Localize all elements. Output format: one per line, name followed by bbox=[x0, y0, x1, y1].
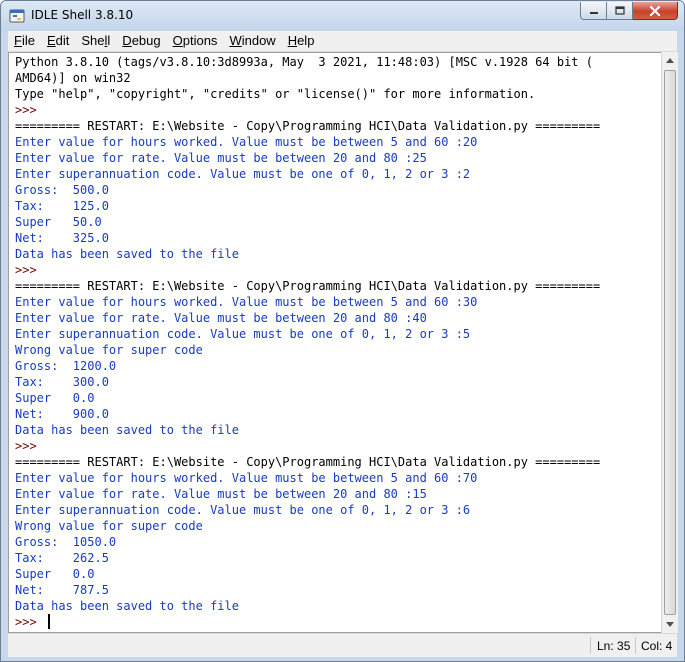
shell-prompt-line: >>> bbox=[15, 263, 44, 277]
menu-item[interactable]: File bbox=[8, 31, 41, 51]
minimize-icon bbox=[589, 11, 598, 14]
menu-item[interactable]: Options bbox=[167, 31, 224, 51]
shell-output-line: Super 0.0 bbox=[15, 567, 95, 581]
shell-output-line: Enter value for rate. Value must be betw… bbox=[15, 151, 427, 165]
maximize-icon bbox=[614, 6, 625, 15]
shell-prompt-line: >>> bbox=[15, 439, 44, 453]
idle-shell-window: IDLE Shell 3.8.10 File Edit Shell Debug Opti… bbox=[0, 0, 685, 662]
maximize-button[interactable] bbox=[607, 2, 633, 20]
minimize-button[interactable] bbox=[580, 2, 607, 20]
shell-output-line: Tax: 262.5 bbox=[15, 551, 109, 565]
window-controls bbox=[580, 2, 678, 20]
text-cursor bbox=[47, 614, 50, 629]
close-button[interactable] bbox=[633, 2, 678, 20]
menu-item[interactable]: Shell bbox=[75, 31, 116, 51]
shell-output-line: Enter value for hours worked. Value must… bbox=[15, 295, 478, 309]
scroll-down-button[interactable] bbox=[662, 616, 678, 633]
shell-prompt-line: >>> bbox=[15, 103, 44, 117]
shell-output-line: Wrong value for super code bbox=[15, 519, 203, 533]
shell-output-line: Data has been saved to the file bbox=[15, 423, 239, 437]
shell-output-line: Data has been saved to the file bbox=[15, 247, 239, 261]
shell-output-line: Tax: 300.0 bbox=[15, 375, 109, 389]
menu-item[interactable]: Window bbox=[223, 31, 281, 51]
scrollbar-thumb[interactable] bbox=[664, 70, 676, 615]
title-bar[interactable]: IDLE Shell 3.8.10 bbox=[1, 1, 684, 31]
status-bar: Ln: 35 Col: 4 bbox=[8, 633, 677, 657]
shell-output-line: Data has been saved to the file bbox=[15, 599, 239, 613]
shell-output-line: Gross: 1050.0 bbox=[15, 535, 117, 549]
shell-output-line: ========= RESTART: E:\Website - Copy\Pro… bbox=[15, 119, 601, 133]
shell-output-line: Enter value for hours worked. Value must… bbox=[15, 471, 478, 485]
line-number-status: Ln: 35 bbox=[597, 639, 631, 653]
menu-item[interactable]: Debug bbox=[116, 31, 166, 51]
shell-output-line: Wrong value for super code bbox=[15, 343, 203, 357]
status-separator bbox=[635, 637, 636, 654]
close-icon bbox=[649, 5, 661, 16]
shell-output-line: Gross: 1200.0 bbox=[15, 359, 117, 373]
scroll-up-button[interactable] bbox=[662, 52, 678, 69]
status-separator bbox=[590, 637, 591, 654]
shell-text-area[interactable]: Python 3.8.10 (tags/v3.8.10:3d8993a, May… bbox=[8, 52, 661, 633]
menu-item[interactable]: Edit bbox=[41, 31, 75, 51]
vertical-scrollbar[interactable] bbox=[661, 52, 678, 633]
shell-prompt-line: >>> bbox=[15, 614, 600, 630]
shell-output-line: Enter value for rate. Value must be betw… bbox=[15, 487, 427, 501]
shell-output-line: Super 0.0 bbox=[15, 391, 95, 405]
shell-output-line: Type "help", "copyright", "credits" or "… bbox=[15, 87, 536, 101]
shell-output-line: Net: 900.0 bbox=[15, 407, 109, 421]
shell-output-line: Net: 787.5 bbox=[15, 583, 109, 597]
shell-output-line: AMD64)] on win32 bbox=[15, 71, 131, 85]
shell-output[interactable]: Python 3.8.10 (tags/v3.8.10:3d8993a, May… bbox=[15, 54, 600, 630]
shell-output-line: Super 50.0 bbox=[15, 215, 102, 229]
shell-output-line: Tax: 125.0 bbox=[15, 199, 109, 213]
shell-output-line: Enter value for rate. Value must be betw… bbox=[15, 311, 427, 325]
window-title: IDLE Shell 3.8.10 bbox=[31, 8, 134, 22]
menu-item[interactable]: Help bbox=[282, 31, 321, 51]
shell-output-line: Enter superannuation code. Value must be… bbox=[15, 167, 471, 181]
python-idle-icon bbox=[9, 9, 25, 23]
shell-output-line: Enter superannuation code. Value must be… bbox=[15, 503, 471, 517]
column-number-status: Col: 4 bbox=[641, 639, 673, 653]
shell-output-line: Gross: 500.0 bbox=[15, 183, 109, 197]
shell-output-line: Net: 325.0 bbox=[15, 231, 109, 245]
arrow-up-icon bbox=[666, 58, 674, 63]
shell-output-line: Enter superannuation code. Value must be… bbox=[15, 327, 471, 341]
shell-output-line: ========= RESTART: E:\Website - Copy\Pro… bbox=[15, 455, 601, 469]
shell-output-line: ========= RESTART: E:\Website - Copy\Pro… bbox=[15, 279, 601, 293]
shell-output-line: Python 3.8.10 (tags/v3.8.10:3d8993a, May… bbox=[15, 55, 593, 69]
arrow-down-icon bbox=[666, 622, 674, 627]
menu-bar: File Edit Shell Debug Options Window Help bbox=[8, 31, 677, 52]
shell-output-line: Enter value for hours worked. Value must… bbox=[15, 135, 478, 149]
